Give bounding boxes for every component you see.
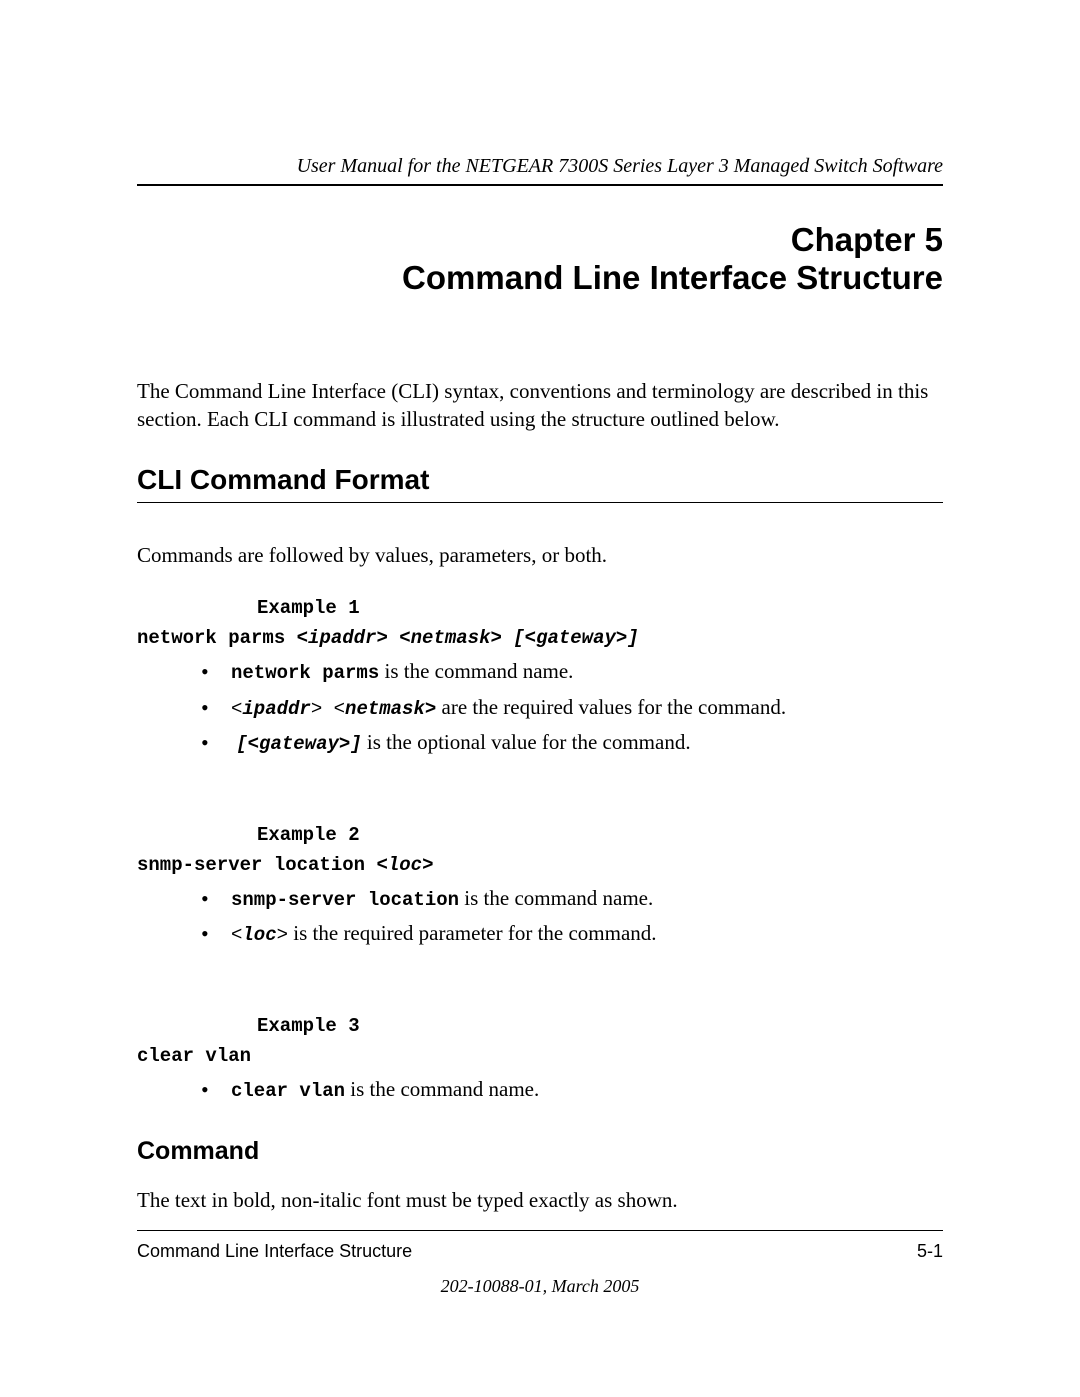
code-fragment: [<gateway>]: [236, 733, 361, 755]
footer-rule: [137, 1230, 943, 1231]
chapter-title: Chapter 5 Command Line Interface Structu…: [137, 221, 943, 297]
code-fragment: netmask>: [345, 698, 436, 720]
angle-bracket: >: [422, 854, 433, 876]
list-item: clear vlan is the command name.: [201, 1075, 943, 1105]
cmd-name: snmp-server location: [137, 854, 376, 876]
example-2-command: snmp-server location <loc>: [137, 854, 943, 876]
footer-row: Command Line Interface Structure 5-1: [137, 1241, 943, 1262]
example-3-label: Example 3: [257, 1015, 943, 1037]
example-1-label: Example 1: [257, 597, 943, 619]
example-2-bullets: snmp-server location is the command name…: [137, 884, 943, 949]
example-1-command: network parms <ipaddr> <netmask> [<gatew…: [137, 627, 943, 649]
bullet-text: is the command name.: [459, 886, 653, 910]
code-fragment: snmp-server location: [231, 889, 459, 911]
bullet-text: is the optional value for the command.: [362, 730, 691, 754]
code-fragment: ipaddr: [242, 698, 310, 720]
bullet-text: are the required values for the command.: [436, 695, 786, 719]
angle-bracket: >: [277, 924, 288, 946]
running-header: User Manual for the NETGEAR 7300S Series…: [137, 155, 943, 178]
footer-date: 202-10088-01, March 2005: [137, 1276, 943, 1297]
chapter-name: Command Line Interface Structure: [402, 259, 943, 296]
example-3-bullets: clear vlan is the command name.: [137, 1075, 943, 1105]
example-1-bullets: network parms is the command name. <ipad…: [137, 657, 943, 758]
angle-bracket: <: [376, 854, 387, 876]
list-item: <loc> is the required parameter for the …: [201, 919, 943, 949]
list-item: <ipaddr> <netmask> are the required valu…: [201, 693, 943, 723]
bullet-text: is the command name.: [379, 659, 573, 683]
page: User Manual for the NETGEAR 7300S Series…: [0, 0, 1080, 1397]
list-item: [<gateway>] is the optional value for th…: [201, 728, 943, 758]
list-item: snmp-server location is the command name…: [201, 884, 943, 914]
angle-bracket: <: [231, 698, 242, 720]
page-footer: Command Line Interface Structure 5-1 202…: [137, 1230, 943, 1297]
cmd-args: <ipaddr> <netmask> [<gateway>]: [297, 627, 639, 649]
bullet-text: is the required parameter for the comman…: [288, 921, 657, 945]
section-rule: [137, 502, 943, 503]
intro-paragraph: The Command Line Interface (CLI) syntax,…: [137, 377, 943, 434]
example-2-label: Example 2: [257, 824, 943, 846]
footer-page-number: 5-1: [917, 1241, 943, 1262]
cmd-arg: loc: [388, 854, 422, 876]
code-fragment: clear vlan: [231, 1080, 345, 1102]
angle-bracket: <: [231, 924, 242, 946]
angle-bracket: > <: [311, 698, 345, 720]
bullet-text: is the command name.: [345, 1077, 539, 1101]
header-rule: [137, 184, 943, 186]
section-heading-cli-format: CLI Command Format: [137, 464, 943, 496]
chapter-number: Chapter 5: [791, 221, 943, 258]
section-intro: Commands are followed by values, paramet…: [137, 541, 943, 569]
list-item: network parms is the command name.: [201, 657, 943, 687]
footer-section-name: Command Line Interface Structure: [137, 1241, 412, 1262]
code-fragment: loc: [242, 924, 276, 946]
code-fragment: network parms: [231, 662, 379, 684]
example-3-command: clear vlan: [137, 1045, 943, 1067]
subsection-heading-command: Command: [137, 1137, 943, 1166]
cmd-name: network parms: [137, 627, 297, 649]
subsection-body: The text in bold, non-italic font must b…: [137, 1186, 943, 1214]
